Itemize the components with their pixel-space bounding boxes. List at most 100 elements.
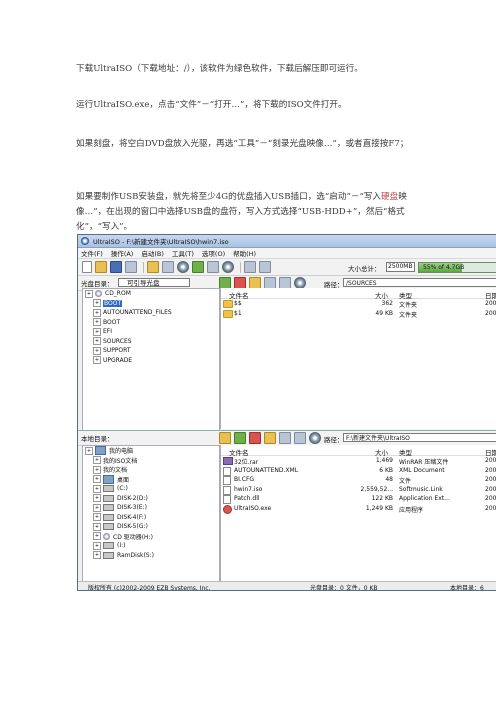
- file-row[interactable]: $1 49 KB 文件夹 200: [221, 309, 496, 319]
- local-path-field[interactable]: F:\新建文件夹\UltraISO: [343, 433, 496, 442]
- expand-icon[interactable]: +: [93, 337, 101, 346]
- cd-file-list[interactable]: 文件名 大小 类型 日期 $$362文件夹200$149 KB文件夹200: [220, 288, 496, 429]
- file-type: XML Document: [399, 466, 445, 474]
- expand-icon[interactable]: +: [93, 318, 101, 327]
- view-icon[interactable]: [294, 432, 306, 444]
- expand-icon[interactable]: +: [93, 299, 101, 308]
- menu-file[interactable]: 文件(F): [81, 248, 103, 258]
- tree-item[interactable]: + DISK-5(G:): [83, 522, 219, 532]
- extract-icon[interactable]: [147, 261, 159, 273]
- cd-tree-pane[interactable]: + CD_ROM + BOOT + AUTOUNATTEND_FILES + BOOT + EFI…: [82, 288, 220, 431]
- settings-icon[interactable]: [279, 432, 291, 444]
- tree-item[interactable]: + CD_ROM: [83, 289, 219, 299]
- mount-icon[interactable]: [192, 261, 204, 273]
- tree-item-label: (I:): [117, 542, 126, 550]
- tree-item[interactable]: + AUTOUNATTEND_FILES: [83, 308, 219, 318]
- tree-item-label: 桌面: [117, 476, 130, 484]
- status-bar: 版权所有 (c)2002-2009 EZB Systems, Inc. 光盘目录…: [78, 581, 496, 591]
- file-name: UltraISO.exe: [234, 504, 272, 512]
- expand-icon[interactable]: +: [93, 541, 101, 550]
- file-row[interactable]: hwin7.iso 2,559,52... Softmusic.Link 200: [221, 485, 496, 495]
- status-local-dir: 本地目录：6: [450, 585, 484, 591]
- tree-item[interactable]: + BOOT: [83, 318, 219, 328]
- tree-item[interactable]: + SOURCES: [83, 337, 219, 347]
- tree-item[interactable]: + SUPPORT: [83, 346, 219, 356]
- size-total-value[interactable]: 2500MB: [386, 262, 415, 272]
- menu-bootable[interactable]: 启动(B): [141, 248, 164, 258]
- menu-tools[interactable]: 工具(T): [172, 248, 194, 258]
- tree-item-label: SUPPORT: [103, 347, 131, 355]
- file-date: 200: [485, 495, 496, 502]
- expand-icon[interactable]: +: [93, 346, 101, 355]
- delete-icon[interactable]: [249, 432, 261, 444]
- tree-item[interactable]: + DISK-3(E:): [83, 503, 219, 513]
- tree-item[interactable]: + (C:): [83, 484, 219, 494]
- tree-item[interactable]: + CD 驱动器(H:): [83, 532, 219, 542]
- tree-item[interactable]: + EFI: [83, 327, 219, 337]
- up-arrow-icon[interactable]: [234, 432, 246, 444]
- virtual-drive-icon[interactable]: [222, 261, 234, 273]
- file-name: hwin7.iso: [234, 485, 263, 493]
- file-row[interactable]: 32位.rar 1,469 WinRAR 压缩文件 200: [221, 456, 496, 466]
- open-folder-icon[interactable]: [95, 261, 107, 273]
- file-row[interactable]: BI.CFG 48 文件 200: [221, 475, 496, 485]
- tree-item[interactable]: + 我的文档: [83, 465, 219, 475]
- tree-item-label: DISK-3(E:): [117, 504, 147, 512]
- expand-icon[interactable]: +: [85, 446, 93, 455]
- file-row[interactable]: AUTOUNATTEND.XML 6 KB XML Document 200: [221, 466, 496, 476]
- tree-item[interactable]: + UPGRADE: [83, 356, 219, 366]
- title-bar[interactable]: UltraISO - F:\新建文件夹\UltraISO\hwin7.iso: [78, 235, 496, 248]
- file-type: 文件夹: [399, 311, 418, 319]
- expand-icon[interactable]: +: [93, 356, 101, 365]
- make-image-icon[interactable]: [162, 261, 174, 273]
- file-name: AUTOUNATTEND.XML: [234, 466, 299, 474]
- expand-icon[interactable]: +: [93, 522, 101, 531]
- file-row[interactable]: Patch.dll 122 KB Application Ext... 200: [221, 494, 496, 504]
- tree-item-label: 我的文档: [103, 467, 128, 475]
- file-row[interactable]: $$ 362 文件夹 200: [221, 299, 496, 309]
- expand-icon[interactable]: +: [93, 551, 101, 560]
- expand-icon[interactable]: +: [93, 327, 101, 336]
- new-file-icon[interactable]: [82, 261, 92, 273]
- tree-item[interactable]: + (I:): [83, 541, 219, 551]
- expand-icon[interactable]: +: [93, 503, 101, 512]
- tree-item[interactable]: + 我的ISO文档: [83, 456, 219, 466]
- tree-item[interactable]: + BOOT: [83, 299, 219, 309]
- menu-help[interactable]: 帮助(H): [233, 248, 256, 258]
- expand-icon[interactable]: +: [93, 513, 101, 522]
- save-icon[interactable]: [110, 261, 122, 273]
- local-file-list[interactable]: 文件名 大小 类型 日期 32位.rar1,469WinRAR 压缩文件200A…: [220, 445, 496, 581]
- tree-item[interactable]: + 我的电脑: [83, 446, 219, 456]
- new-folder-icon[interactable]: [264, 432, 276, 444]
- expand-icon[interactable]: +: [93, 465, 101, 474]
- options-icon[interactable]: [244, 261, 256, 273]
- app-icon: [81, 237, 89, 245]
- tree-item[interactable]: + RamDisk(S:): [83, 551, 219, 561]
- tree-item[interactable]: + 桌面: [83, 474, 219, 485]
- compress-icon[interactable]: [207, 261, 219, 273]
- menu-actions[interactable]: 操作(A): [111, 248, 134, 258]
- refresh-icon[interactable]: [309, 432, 321, 444]
- expand-icon[interactable]: +: [93, 475, 101, 484]
- expand-icon[interactable]: +: [93, 456, 101, 465]
- local-tree-pane[interactable]: + 我的电脑 + 我的ISO文档 + 我的文档 + 桌面 + (C:) + DISK-2(D:) + DI…: [82, 445, 220, 583]
- tree-item[interactable]: + DISK-4(F:): [83, 513, 219, 523]
- status-copyright: 版权所有 (c)2002-2009 EZB Systems, Inc.: [88, 585, 211, 591]
- file-row[interactable]: UltraISO.exe 1,249 KB 应用程序 200: [221, 504, 496, 514]
- help-icon[interactable]: [259, 261, 271, 273]
- file-size: 1,469: [375, 457, 393, 464]
- local-directory-header: 本地目录： 路径： F:\新建文件夹\UltraISO: [78, 431, 496, 446]
- tree-item[interactable]: + DISK-2(D:): [83, 494, 219, 504]
- bootable-cd-field[interactable]: 可引导光盘: [118, 278, 190, 287]
- folder-icon[interactable]: [219, 432, 231, 444]
- expand-icon[interactable]: +: [93, 532, 101, 541]
- expand-icon[interactable]: +: [93, 308, 101, 317]
- menu-options[interactable]: 选项(O): [202, 248, 225, 258]
- expand-icon[interactable]: +: [85, 289, 93, 298]
- expand-icon[interactable]: +: [93, 484, 101, 493]
- cd-path-field[interactable]: /SOURCES: [343, 278, 496, 287]
- save-as-icon[interactable]: [125, 261, 137, 273]
- expand-icon[interactable]: +: [93, 494, 101, 503]
- text-harddisk-link[interactable]: 硬盘: [381, 192, 398, 202]
- burn-disc-icon[interactable]: [177, 261, 189, 273]
